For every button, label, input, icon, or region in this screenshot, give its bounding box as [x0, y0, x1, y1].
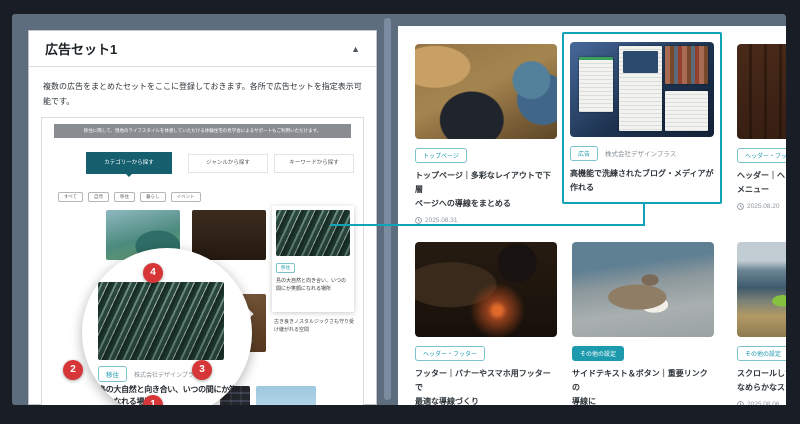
preview-tab-genre: ジャンルから探す: [188, 154, 268, 173]
post-thumbnail-hearth: [415, 242, 557, 337]
website-thumbnail: [665, 45, 709, 84]
post-thumbnail-website-collage: [570, 42, 714, 137]
post-title[interactable]: スクロールした時 なめらかなスク: [737, 367, 787, 395]
preview-fish-card: 移住 島の大自然と向き合い、いつの間にか笑顔になれる場所: [272, 206, 354, 312]
post-title[interactable]: 高機能で洗練されたブログ・メディアが 作れる: [570, 167, 714, 195]
post-date: 2025.08.20: [737, 203, 787, 210]
collapse-toggle-button[interactable]: ▲: [351, 44, 360, 54]
frame-edge-bottom: [0, 405, 800, 424]
triangle-up-icon: ▲: [351, 43, 360, 54]
preview-chip: 自然: [88, 192, 110, 202]
preview-info-bar: 移住に際して、現地のライフスタイルを体感していただける体験住宅の見学会によるサポ…: [54, 124, 351, 138]
website-thumbnail: [578, 57, 614, 113]
preview-card-tag: 移住: [276, 263, 295, 273]
magnified-category-chip: 移住: [98, 366, 127, 382]
category-chip[interactable]: その他の設定: [572, 345, 625, 361]
post-card[interactable]: その他の設定 サイドテキスト＆ボタン｜重要リンクの 導線に 2025.08.15: [572, 242, 714, 405]
post-thumbnail-harbor: [737, 242, 787, 337]
callout-badge-3: 3: [192, 360, 212, 380]
magnified-photo-fish: [98, 282, 224, 360]
post-thumbnail-wood-door: [737, 44, 787, 139]
category-chip[interactable]: トップページ: [415, 147, 467, 163]
post-thumbnail-cat: [572, 242, 714, 337]
frame-edge-right: [786, 0, 800, 424]
preview-tab-keyword: キーワードから探す: [274, 154, 354, 173]
frame-edge-left: [0, 0, 12, 424]
post-title[interactable]: ヘッダー｜ヘッ メニュー: [737, 169, 787, 197]
post-card[interactable]: ヘッダー・フッター フッター｜バナーやスマホ用フッターで 最適な導線づくり 20…: [415, 242, 557, 405]
preview-photo-fish: [276, 210, 350, 256]
post-title[interactable]: フッター｜バナーやスマホ用フッターで 最適な導線づくり: [415, 367, 557, 405]
scrollbar[interactable]: [384, 18, 391, 400]
connector-line-horizontal: [330, 224, 645, 226]
preview-photo-sky: [256, 386, 316, 405]
post-card[interactable]: その他の設定 スクロールした時 なめらかなスク 2025.08.06: [737, 242, 787, 405]
connector-line-vertical: [643, 202, 645, 226]
post-date: 2025.08.31: [415, 217, 557, 224]
preview-caption: 古き良きノスタルジックさも守り受け継がれる空間: [274, 319, 355, 333]
preview-chip: すべて: [58, 192, 84, 202]
post-card[interactable]: ヘッダー・フッター ヘッダー｜ヘッ メニュー 2025.08.20: [737, 44, 787, 210]
post-title[interactable]: サイドテキスト＆ボタン｜重要リンクの 導線に: [572, 367, 714, 405]
metabox-title: 広告セット1: [45, 42, 118, 57]
clock-icon: [415, 217, 422, 224]
post-card[interactable]: トップページ トップページ｜多彩なレイアウトで下層 ページへの導線をまとめる 2…: [415, 44, 557, 224]
callout-badge-4: 4: [143, 263, 163, 283]
frame-edge-top: [0, 0, 800, 14]
advertiser-label: 株式会社デザインプラス: [605, 151, 677, 158]
website-thumbnail: [665, 91, 709, 132]
preview-chip: 移住: [114, 192, 136, 202]
magnifier-bubble: 移住 株式会社デザインプラス 島の大自然と向き合い、いつの間にか笑 顔になれる場…: [82, 248, 252, 418]
preview-photo-interior: [192, 210, 266, 260]
category-chip[interactable]: ヘッダー・フッター: [415, 345, 486, 361]
website-thumbnail: [623, 50, 658, 74]
category-chip[interactable]: その他の設定: [737, 345, 787, 361]
callout-badge-2: 2: [63, 360, 83, 380]
post-grid-panel: トップページ トップページ｜多彩なレイアウトで下層 ページへの導線をまとめる 2…: [398, 26, 787, 405]
preview-filter-chips: すべて 自然 移住 暮らし イベント: [58, 192, 201, 202]
preview-card-title: 島の大自然と向き合い、いつの間にか笑顔になれる場所: [276, 278, 347, 292]
clock-icon: [737, 203, 744, 210]
category-chip[interactable]: ヘッダー・フッター: [737, 147, 787, 163]
category-chip[interactable]: 広告: [570, 145, 599, 161]
magnified-company-label: 株式会社デザインプラス: [134, 372, 200, 379]
post-title[interactable]: トップページ｜多彩なレイアウトで下層 ページへの導線をまとめる: [415, 169, 557, 211]
metabox-description: 複数の広告をまとめたセットをここに登録しておきます。各所で広告セットを指定表示可…: [43, 82, 362, 107]
post-card-ad[interactable]: 広告 株式会社デザインプラス 高機能で洗練されたブログ・メディアが 作れる: [570, 42, 714, 195]
magnified-tag-row: 移住 株式会社デザインプラス: [98, 366, 200, 382]
post-thumbnail-laptop: [415, 44, 557, 139]
preview-chip: イベント: [170, 192, 201, 202]
preview-chip: 暮らし: [140, 192, 166, 202]
preview-tab-category: カテゴリーから探す: [86, 152, 172, 177]
metabox-header[interactable]: 広告セット1 ▲: [29, 31, 376, 67]
